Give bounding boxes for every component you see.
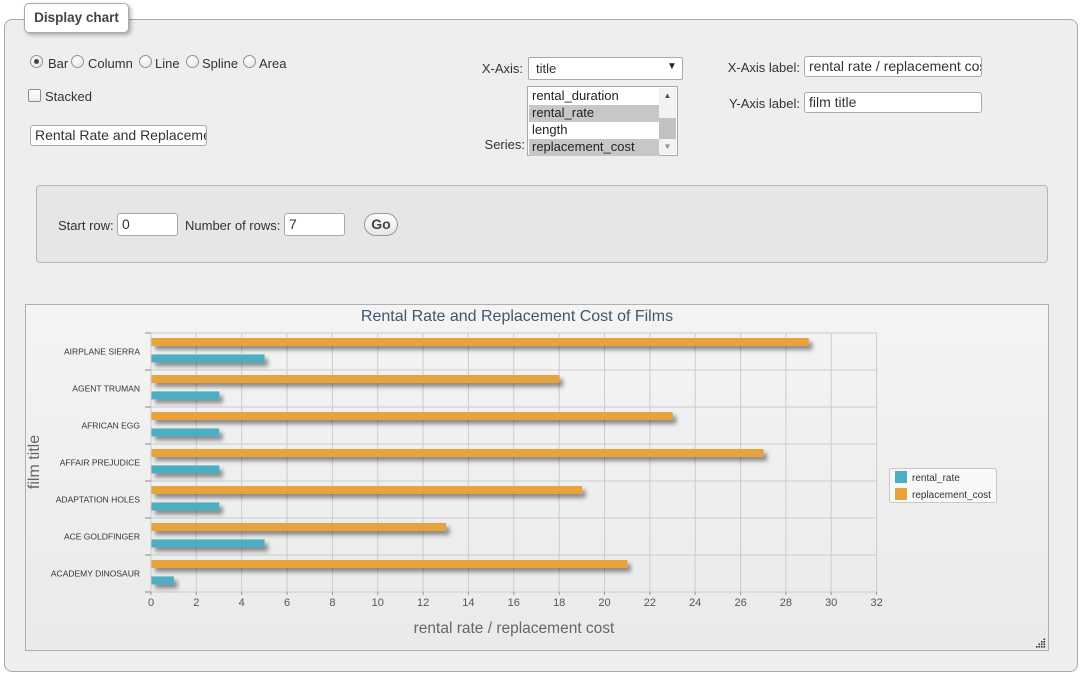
svg-text:4: 4 [239, 597, 245, 609]
svg-text:6: 6 [284, 597, 290, 609]
svg-text:20: 20 [598, 597, 610, 609]
svg-text:AIRPLANE SIERRA: AIRPLANE SIERRA [64, 347, 140, 357]
svg-text:2: 2 [193, 597, 199, 609]
svg-text:Rental Rate and Replacement Co: Rental Rate and Replacement Cost of Film… [361, 308, 673, 325]
svg-text:AFRICAN EGG: AFRICAN EGG [81, 421, 140, 431]
svg-text:replacement_cost: replacement_cost [912, 490, 991, 501]
svg-text:16: 16 [508, 597, 520, 609]
svg-text:26: 26 [734, 597, 746, 609]
svg-text:32: 32 [870, 597, 882, 609]
svg-text:24: 24 [689, 597, 701, 609]
svg-text:rental_rate: rental_rate [912, 473, 960, 484]
svg-text:30: 30 [825, 597, 837, 609]
svg-text:14: 14 [462, 597, 474, 609]
svg-text:28: 28 [780, 597, 792, 609]
svg-text:ACE GOLDFINGER: ACE GOLDFINGER [64, 532, 140, 542]
svg-text:film title: film title [26, 435, 43, 489]
svg-text:8: 8 [329, 597, 335, 609]
svg-text:AFFAIR PREJUDICE: AFFAIR PREJUDICE [60, 458, 141, 468]
svg-text:ACADEMY DINOSAUR: ACADEMY DINOSAUR [51, 569, 140, 579]
svg-text:12: 12 [417, 597, 429, 609]
svg-text:rental rate / replacement cost: rental rate / replacement cost [414, 620, 615, 637]
svg-text:10: 10 [372, 597, 384, 609]
svg-text:22: 22 [644, 597, 656, 609]
svg-text:ADAPTATION HOLES: ADAPTATION HOLES [56, 495, 141, 505]
svg-text:0: 0 [148, 597, 154, 609]
svg-text:18: 18 [553, 597, 565, 609]
svg-text:AGENT TRUMAN: AGENT TRUMAN [72, 384, 140, 394]
